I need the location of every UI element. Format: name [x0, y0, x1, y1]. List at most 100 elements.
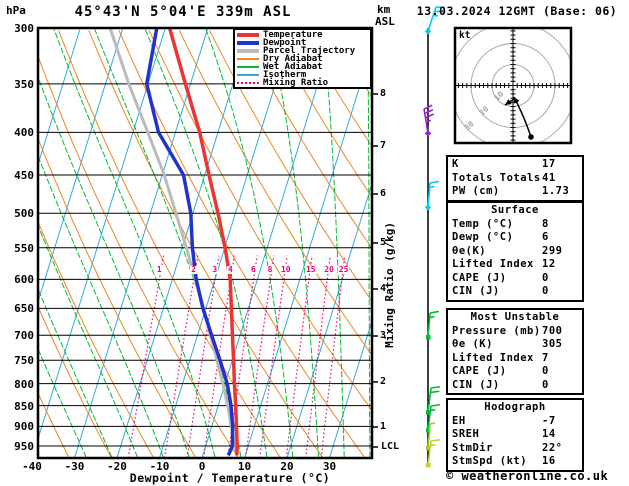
table-row: StmSpd (kt)16 [452, 455, 578, 469]
table-row-label: K [452, 158, 542, 172]
pressure-tick-label: 950 [2, 440, 34, 453]
temp-tick-label: 0 [182, 460, 222, 473]
table-row: θe (K)305 [452, 338, 578, 352]
table-row-label: CAPE (J) [452, 272, 542, 286]
table-row-value: 12 [542, 258, 578, 272]
table-row: CIN (J)0 [452, 379, 578, 393]
hodograph-trace [514, 97, 531, 137]
isotherm-line [287, 28, 420, 458]
surface-table: Surface Temp (°C)8Dewp (°C)6θe(K)299Lift… [446, 201, 584, 302]
legend-swatch-thick [237, 49, 259, 53]
table-row-label: CAPE (J) [452, 365, 542, 379]
hodograph-ring-label: 20 [477, 104, 490, 117]
table-row: StmDir22° [452, 442, 578, 456]
most-unstable-table-rows: Pressure (mb)700θe (K)305Lifted Index7CA… [452, 325, 578, 393]
pressure-tick-label: 500 [2, 207, 34, 220]
wind-barb-half-feather [430, 423, 435, 424]
km-tick-label: 4 [380, 283, 386, 294]
table-row: Dewp (°C)6 [452, 231, 578, 245]
indices-table-rows: K17Totals Totals41PW (cm)1.73 [452, 158, 578, 199]
pressure-tick-label: 300 [2, 22, 34, 35]
table-row-label: Lifted Index [452, 258, 542, 272]
table-row-value: 16 [542, 455, 578, 469]
mixing-ratio-value-label: 2 [190, 266, 197, 274]
table-row: Lifted Index12 [452, 258, 578, 272]
pressure-tick-label: 450 [2, 169, 34, 182]
wet-adiabat-line [145, 28, 267, 457]
table-row-label: StmDir [452, 442, 542, 456]
wind-barb-station-marker [425, 130, 431, 136]
wind-barb-feather [430, 181, 439, 183]
table-row-value: 17 [542, 158, 578, 172]
wind-barb-half-feather [426, 120, 431, 122]
table-row: θe(K)299 [452, 245, 578, 259]
pressure-tick-label: 350 [2, 78, 34, 91]
wind-barb-feather [425, 110, 433, 114]
temp-tick-label: 20 [267, 460, 307, 473]
pressure-tick-label: 750 [2, 354, 34, 367]
table-row-value: 0 [542, 272, 578, 286]
legend: TemperatureDewpointParcel TrajectoryDry … [233, 28, 372, 89]
table-row: Lifted Index7 [452, 352, 578, 366]
table-row-label: θe (K) [452, 338, 542, 352]
wind-barb-half-feather [430, 317, 435, 318]
legend-swatch-thin [237, 58, 259, 60]
table-row: SREH14 [452, 428, 578, 442]
mixing-ratio-line [165, 256, 198, 458]
table-row-label: CIN (J) [452, 285, 542, 299]
hodograph-table: Hodograph EH-7SREH14StmDir22°StmSpd (kt)… [446, 398, 584, 472]
legend-swatch-thin [237, 74, 259, 76]
km-tick-label: 7 [380, 140, 386, 151]
table-row-value: 22° [542, 442, 578, 456]
km-tick-label: 5 [380, 237, 386, 248]
table-row: Temp (°C)8 [452, 218, 578, 232]
table-row: CIN (J)0 [452, 285, 578, 299]
legend-swatch-thick [237, 41, 259, 45]
wind-barb-station-marker [425, 204, 431, 210]
hodograph-table-header: Hodograph [452, 401, 578, 415]
lcl-label: LCL [381, 441, 399, 452]
mixing-ratio-line [260, 256, 288, 458]
table-row-label: Dewp (°C) [452, 231, 542, 245]
pressure-tick-label: 900 [2, 420, 34, 433]
pressure-tick-label: 600 [2, 273, 34, 286]
pressure-tick-label: 800 [2, 378, 34, 391]
mixing-ratio-value-label: 1 [156, 266, 163, 274]
table-row-value: 299 [542, 245, 578, 259]
table-row-label: CIN (J) [452, 379, 542, 393]
km-tick-label: 2 [380, 376, 386, 387]
wet-adiabat-line [20, 28, 189, 457]
table-row-value: 8 [542, 218, 578, 232]
dry-adiabat-line [89, 30, 323, 458]
pressure-tick-label: 850 [2, 400, 34, 413]
x-axis-label: Dewpoint / Temperature (°C) [90, 471, 370, 485]
table-row-label: θe(K) [452, 245, 542, 259]
hodograph-start-dot [528, 134, 534, 140]
hodograph-table-rows: EH-7SREH14StmDir22°StmSpd (kt)16 [452, 415, 578, 469]
mixing-ratio-value-label: 6 [250, 266, 257, 274]
table-row-value: 6 [542, 231, 578, 245]
table-row-label: SREH [452, 428, 542, 442]
km-tick-label: 6 [380, 188, 386, 199]
pressure-tick-label: 700 [2, 329, 34, 342]
table-row-value: 305 [542, 338, 578, 352]
mixing-ratio-value-label: 3 [211, 266, 218, 274]
km-tick-label: 3 [380, 330, 386, 341]
wind-barb-feather [425, 114, 433, 118]
most-unstable-table: Most Unstable Pressure (mb)700θe (K)305L… [446, 308, 584, 395]
surface-table-rows: Temp (°C)8Dewp (°C)6θe(K)299Lifted Index… [452, 218, 578, 299]
legend-swatch-thin [237, 66, 259, 68]
wind-barb-station-marker [425, 28, 431, 34]
legend-swatch-thick [237, 33, 259, 37]
table-row: EH-7 [452, 415, 578, 429]
isotherm-line [245, 28, 378, 458]
hodograph-ring-label: 30 [463, 119, 476, 132]
table-row: CAPE (J)0 [452, 272, 578, 286]
legend-swatch-dotted [237, 82, 259, 84]
wind-barb-station-marker [426, 335, 431, 340]
indices-table: K17Totals Totals41PW (cm)1.73 [446, 155, 584, 202]
wind-barb-half-feather [430, 410, 435, 411]
table-row-value: 0 [542, 365, 578, 379]
hodograph-ring-label: 10 [492, 89, 505, 102]
pressure-tick-label: 400 [2, 126, 34, 139]
